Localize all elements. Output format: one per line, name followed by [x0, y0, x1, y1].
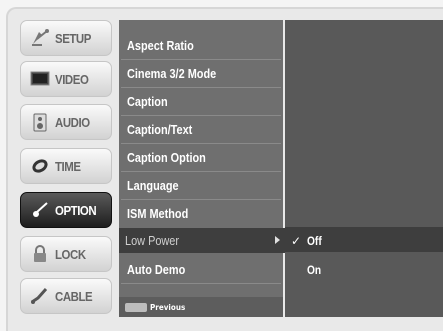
clock-icon [29, 155, 51, 177]
menu-footer: Previous [119, 297, 283, 317]
menu-button-icon [125, 302, 147, 312]
previous-hint: Previous [150, 302, 186, 312]
menu-item-label: ISM Method [127, 206, 189, 221]
category-tabs: SETUP VIDEO AUDIO TIME OPTION LOCK CABLE [20, 20, 112, 320]
menu-item-ism-method[interactable]: ISM Method [121, 201, 281, 226]
speaker-icon [29, 111, 51, 133]
menu-item-label: Caption Option [127, 150, 206, 165]
menu-item-cinema-3-2-mode[interactable]: Cinema 3/2 Mode [121, 61, 281, 86]
menu-item-label: Caption [127, 94, 168, 109]
option-label: Off [307, 233, 322, 248]
submenu-option-off[interactable]: ✓ Off [285, 228, 324, 253]
menu-item-label: Language [127, 178, 179, 193]
menu-divider [121, 171, 281, 172]
menu-item-language[interactable]: Language [121, 173, 281, 198]
tv-icon [29, 68, 51, 90]
menu-item-low-power[interactable]: Low Power [119, 228, 299, 253]
menu-item-caption[interactable]: Caption [121, 89, 281, 114]
satellite-dish-icon [29, 27, 51, 49]
menu-item-label: Auto Demo [127, 262, 186, 277]
option-label: On [307, 262, 322, 277]
menu-item-auto-demo[interactable]: Auto Demo [121, 257, 281, 282]
tab-label: TIME [55, 158, 81, 174]
tab-label: SETUP [55, 30, 91, 46]
menu-item-aspect-ratio[interactable]: Aspect Ratio [121, 33, 281, 58]
checkmark-icon: ✓ [291, 233, 302, 248]
chevron-right-icon [275, 236, 280, 244]
option-menu: Aspect Ratio Cinema 3/2 Mode Caption Cap… [119, 20, 299, 317]
tab-lock[interactable]: LOCK [20, 236, 112, 272]
tab-label: LOCK [55, 246, 86, 262]
tab-label: AUDIO [55, 114, 90, 130]
submenu-option-on[interactable]: On [285, 257, 324, 282]
tab-option[interactable]: OPTION [20, 192, 112, 228]
menu-item-caption-text[interactable]: Caption/Text [121, 117, 281, 142]
menu-item-label: Aspect Ratio [127, 38, 194, 53]
option-icon [29, 199, 51, 221]
lock-icon [29, 243, 51, 265]
menu-item-label: Cinema 3/2 Mode [127, 66, 217, 81]
tab-cable[interactable]: CABLE [20, 278, 112, 314]
tab-video[interactable]: VIDEO [20, 61, 112, 97]
menu-divider [121, 199, 281, 200]
tab-label: CABLE [55, 288, 93, 304]
tab-label: VIDEO [55, 71, 89, 87]
menu-item-caption-option[interactable]: Caption Option [121, 145, 281, 170]
tab-label: OPTION [55, 202, 97, 218]
menu-divider [121, 143, 281, 144]
tab-time[interactable]: TIME [20, 148, 112, 184]
menu-item-label: Caption/Text [127, 122, 193, 137]
low-power-submenu: ✓ Off On [285, 20, 443, 317]
tab-setup[interactable]: SETUP [20, 20, 112, 56]
cable-icon [29, 285, 51, 307]
tab-audio[interactable]: AUDIO [20, 104, 112, 140]
menu-divider [121, 87, 281, 88]
menu-item-label: Low Power [125, 233, 180, 248]
menu-divider [121, 283, 281, 284]
menu-divider [121, 115, 281, 116]
menu-divider [121, 59, 281, 60]
